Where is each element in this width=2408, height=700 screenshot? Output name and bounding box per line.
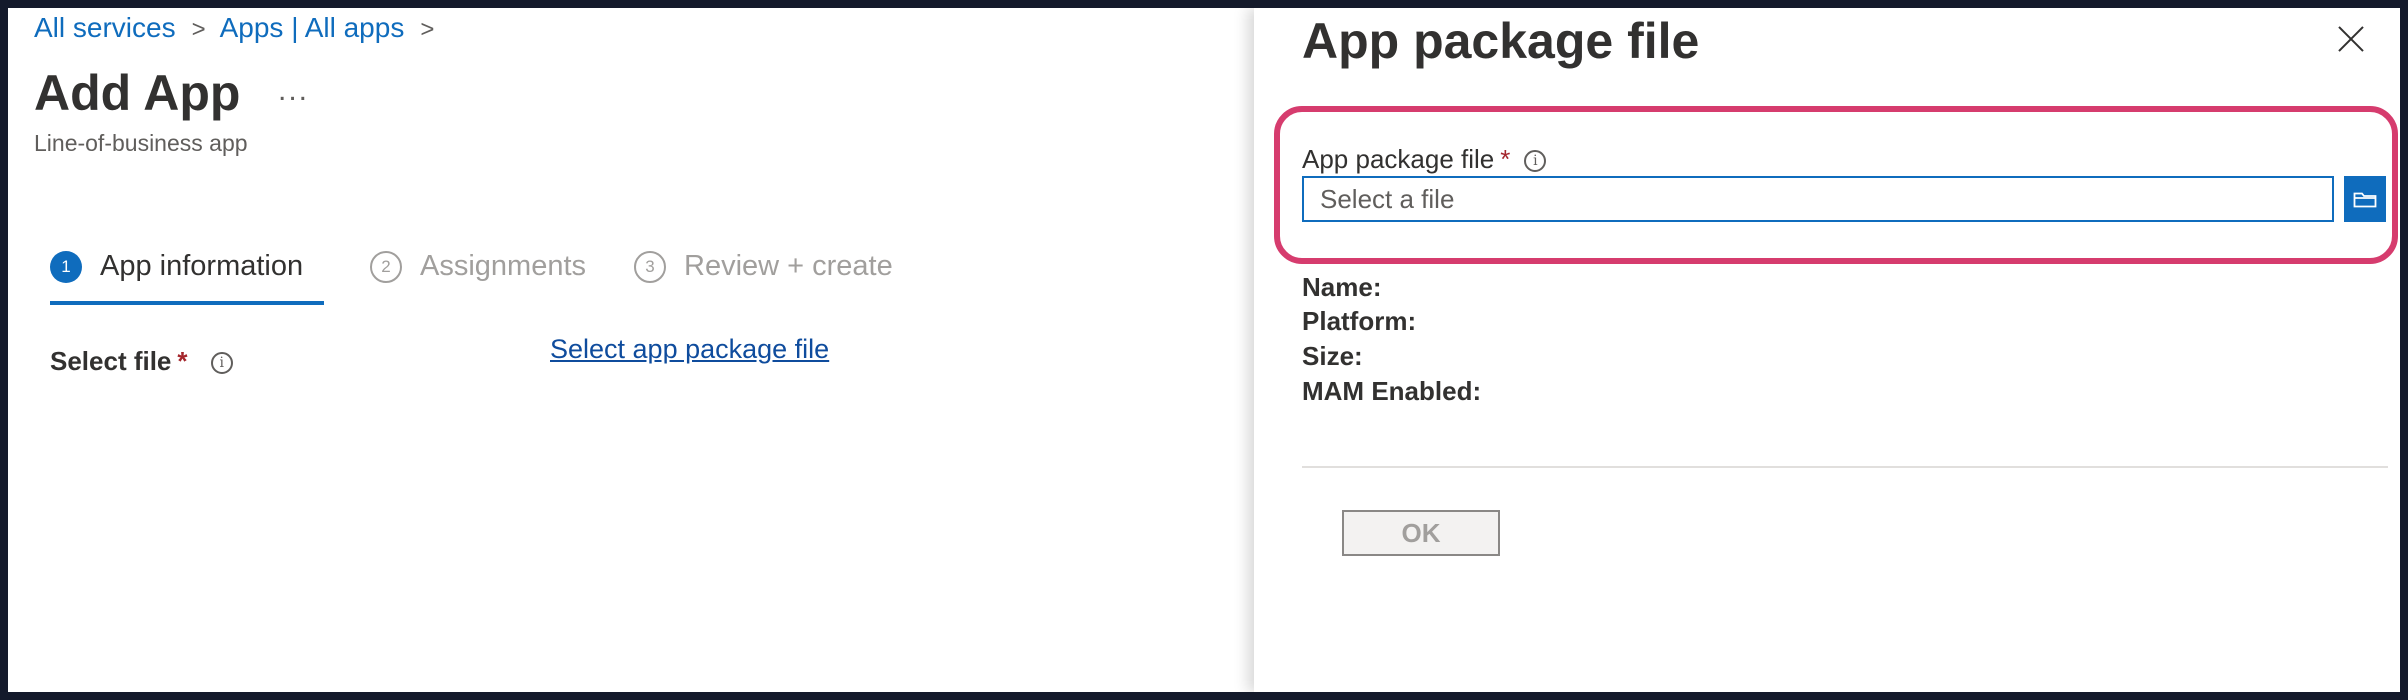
required-indicator: * — [1500, 144, 1511, 174]
step-label: Review + create — [684, 250, 893, 282]
tab-review-create[interactable]: 3 Review + create — [634, 250, 893, 283]
more-options-button[interactable]: ... — [278, 74, 309, 108]
screenshot-frame: All services > Apps | All apps > Add App ..… — [8, 8, 2400, 692]
step-number: 3 — [634, 250, 666, 283]
breadcrumb: All services > Apps | All apps > — [34, 12, 448, 44]
app-package-file-label-text: App package file — [1302, 144, 1495, 174]
app-package-file-label: App package file * i — [1302, 144, 1547, 175]
page-subtitle: Line-of-business app — [34, 130, 248, 156]
required-indicator: * — [177, 346, 188, 376]
panel-title: App package file — [1302, 13, 1700, 69]
info-icon[interactable]: i — [210, 352, 233, 375]
name-label: Name: — [1302, 272, 1382, 302]
browse-file-button[interactable] — [2344, 176, 2386, 222]
step-label: Assignments — [420, 250, 587, 282]
step-label: App information — [100, 250, 304, 282]
tab-app-information[interactable]: 1 App information — [50, 250, 303, 283]
app-package-file-panel: App package file App package file*i Name… — [1254, 8, 2400, 692]
breadcrumb-item-all-services[interactable]: All services — [34, 12, 176, 43]
select-file-label: Select file * i — [50, 346, 233, 377]
info-icon[interactable]: i — [1524, 150, 1547, 173]
active-tab-indicator — [50, 301, 324, 305]
close-icon[interactable] — [2338, 26, 2364, 52]
tab-assignments[interactable]: 2 Assignments — [370, 250, 586, 283]
breadcrumb-separator: > — [191, 16, 206, 43]
add-app-page: All services > Apps | All apps > Add App ..… — [8, 8, 1254, 692]
platform-label: Platform: — [1302, 306, 1417, 336]
select-file-label-text: Select file — [50, 346, 172, 376]
ok-button[interactable]: OK — [1342, 510, 1500, 556]
divider — [1302, 466, 2388, 468]
breadcrumb-item-apps[interactable]: Apps | All apps — [220, 12, 405, 43]
breadcrumb-separator: > — [420, 16, 435, 43]
size-label: Size: — [1302, 341, 1363, 371]
mam-enabled-label: MAM Enabled: — [1302, 376, 1482, 406]
folder-icon — [2353, 192, 2377, 208]
step-number: 1 — [50, 250, 82, 283]
file-select-input[interactable] — [1302, 176, 2334, 222]
select-app-package-file-link[interactable]: Select app package file — [550, 334, 829, 365]
page-title: Add App — [34, 65, 241, 121]
step-number: 2 — [370, 250, 402, 283]
